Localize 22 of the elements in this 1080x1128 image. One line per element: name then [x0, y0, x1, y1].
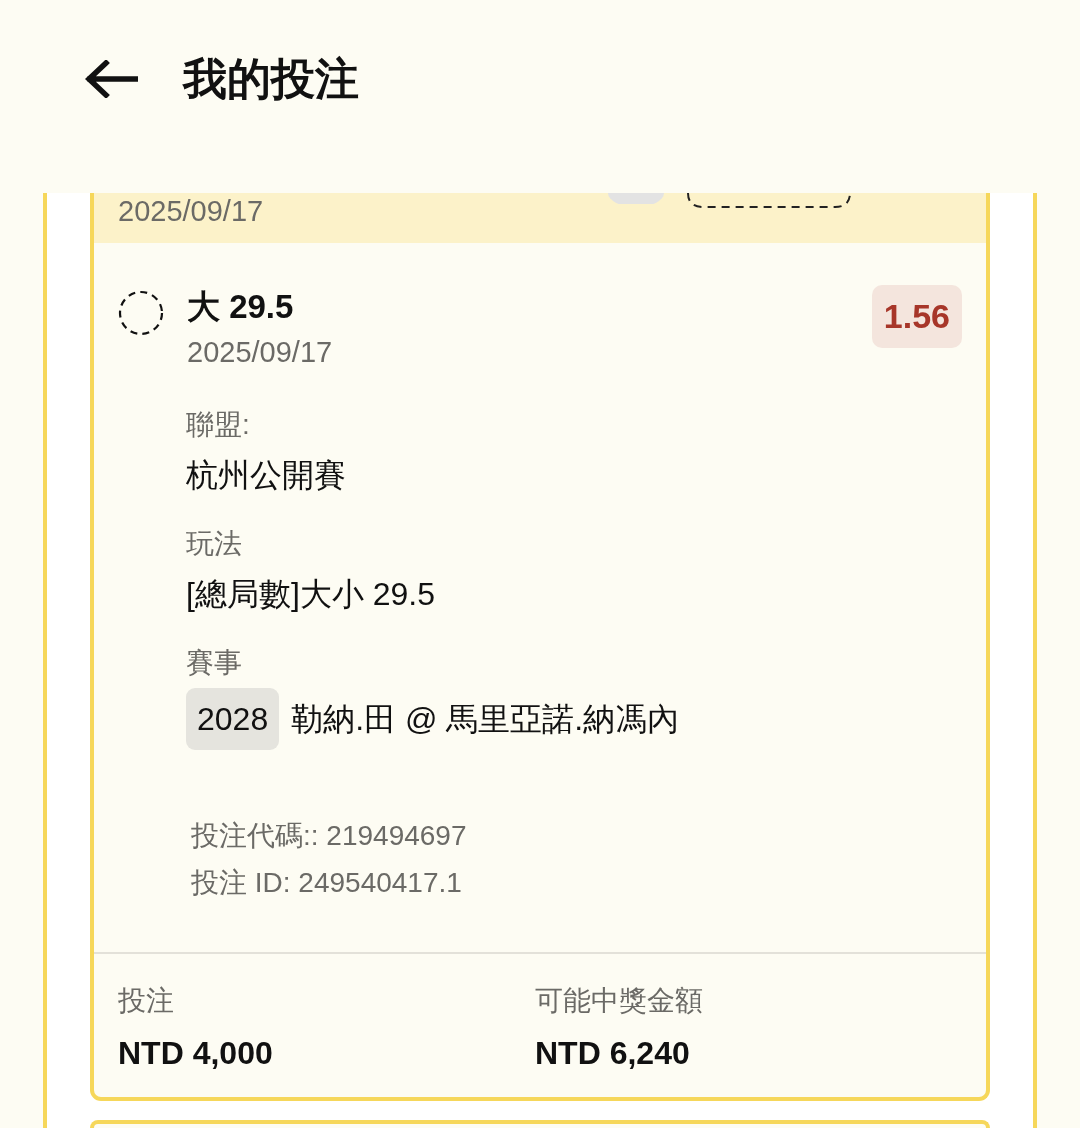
detail-label: 玩法	[186, 527, 243, 561]
summary-amount: NTD 4,000	[118, 1034, 274, 1073]
back-button[interactable]	[85, 60, 138, 98]
bet-code: 投注代碼:: 219494697	[190, 819, 468, 853]
odds-badge: 1.56	[871, 285, 962, 348]
detail-value: [總局數]大小 29.5	[186, 575, 436, 614]
back-arrow-icon	[85, 60, 138, 98]
bet-date: 2025/09/17	[187, 335, 334, 370]
bet-id: 投注 ID: 249540417.1	[190, 866, 463, 900]
summary-label: 可能中獎金額	[535, 984, 704, 1018]
dashed-outline-icon	[686, 193, 852, 209]
summary-amount: NTD 6,240	[535, 1034, 691, 1073]
selection-title: 大 29.5	[187, 287, 295, 327]
summary-label: 投注	[118, 984, 175, 1018]
match-name: 勒納.田 @ 馬里亞諾.納馮內	[291, 700, 680, 739]
match-number-tag: 2028	[186, 688, 280, 750]
dashed-circle-icon	[118, 290, 164, 336]
detail-label: 賽事	[186, 646, 243, 680]
detail-value: 杭州公開賽	[186, 456, 347, 495]
page-title: 我的投注	[183, 54, 359, 104]
header-date: 2025/09/17	[118, 194, 264, 229]
detail-label: 聯盟:	[186, 408, 251, 442]
